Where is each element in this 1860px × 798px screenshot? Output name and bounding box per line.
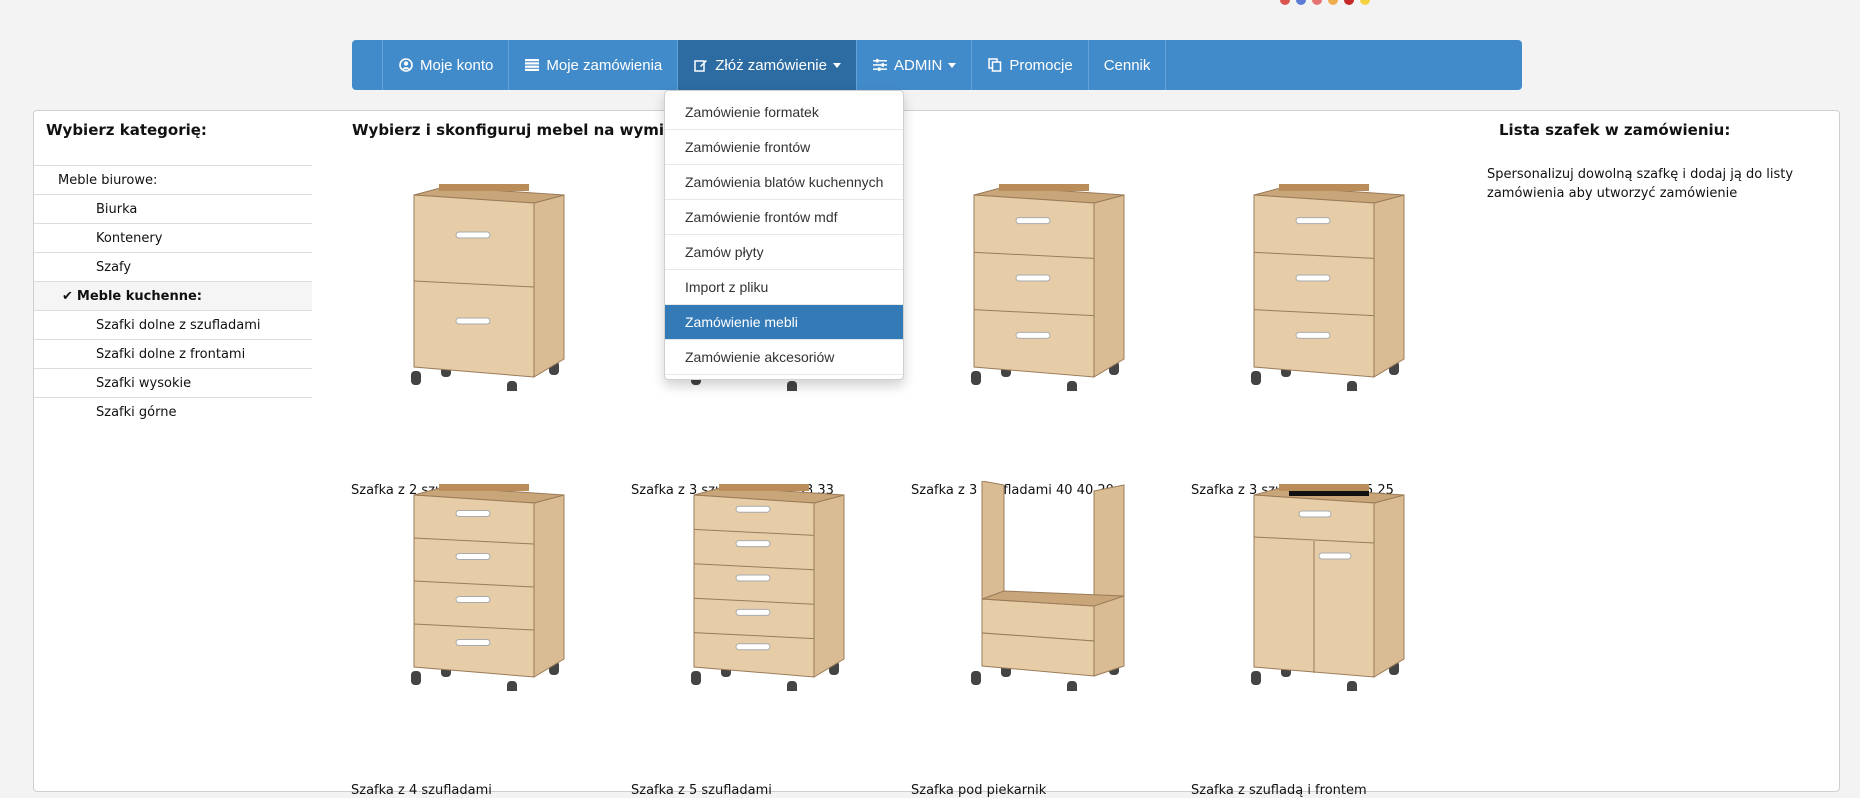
category-group-meble-biurowe[interactable]: Meble biurowe: — [34, 165, 312, 194]
flag-icon[interactable] — [1280, 0, 1290, 5]
cabinet-image — [1251, 184, 1405, 391]
checkmark-icon: ✔ — [62, 288, 73, 304]
menu-item-zamow-plyty[interactable]: Zamów płyty — [665, 235, 903, 270]
nav-promocje[interactable]: Promocje — [972, 40, 1089, 90]
product-name: Szafka z 5 szufladami — [631, 783, 772, 798]
main-panel: Wybierz kategorię: Meble biurowe: Biurka… — [33, 110, 1840, 798]
product-card[interactable]: Szafka z szufladą i frontem — [1191, 481, 1484, 798]
category-kontenery[interactable]: Kontenery — [34, 223, 312, 252]
nav-moje-konto[interactable]: Moje konto — [383, 40, 510, 90]
nav-cennik[interactable]: Cennik — [1089, 40, 1167, 90]
category-label: Szafki górne — [96, 404, 177, 420]
category-szafki-gorne[interactable]: Szafki górne — [34, 397, 312, 426]
cabinet-image — [691, 484, 845, 691]
menu-item-zamowienie-frontow-mdf[interactable]: Zamówienie frontów mdf — [665, 200, 903, 235]
category-label: Szafki dolne z szufladami — [96, 317, 261, 333]
menu-item-zamowienia-blatow[interactable]: Zamówienia blatów kuchennych — [665, 165, 903, 200]
cabinet-image — [971, 481, 1125, 691]
flag-icon[interactable] — [1312, 0, 1322, 5]
order-dropdown-menu: Zamówienie formatek Zamówienie frontów Z… — [664, 90, 904, 380]
caret-down-icon — [948, 62, 957, 68]
caret-down-icon — [832, 62, 841, 68]
order-list-hint: Spersonalizuj dowolną szafkę i dodaj ją … — [1487, 167, 1794, 201]
category-label: Szafy — [96, 259, 132, 275]
menu-item-zamowienie-frontow[interactable]: Zamówienie frontów — [665, 130, 903, 165]
navbar-spacer — [352, 40, 383, 90]
nav-label: Moje konto — [420, 56, 494, 74]
category-label: Szafki dolne z frontami — [96, 346, 246, 362]
category-biurka[interactable]: Biurka — [34, 194, 312, 223]
product-card[interactable]: Szafka z 3 szufladami 40 40 20 — [911, 181, 1204, 498]
cabinet-image — [411, 184, 565, 391]
flag-icon[interactable] — [1344, 0, 1354, 5]
flag-icon[interactable] — [1296, 0, 1306, 5]
product-name: Szafka z 4 szufladami — [351, 783, 492, 798]
category-szafki-dolne-szuflady[interactable]: Szafki dolne z szufladami — [34, 310, 312, 339]
product-card[interactable]: Szafka z 2 szufladami — [351, 181, 644, 498]
category-label: Biurka — [96, 201, 138, 217]
user-circle-icon — [398, 58, 414, 72]
cabinet-image — [971, 184, 1125, 391]
nav-admin[interactable]: ADMIN — [857, 40, 973, 90]
category-szafy[interactable]: Szafy — [34, 252, 312, 281]
category-szafki-dolne-fronty[interactable]: Szafki dolne z frontami — [34, 339, 312, 368]
product-card[interactable]: Szafka z 5 szufladami — [631, 481, 924, 798]
nav-moje-zamowienia[interactable]: Moje zamówienia — [509, 40, 679, 90]
product-name: Szafka z szufladą i frontem — [1191, 783, 1367, 798]
nav-zloz-zamowienie[interactable]: Złóż zamówienie — [678, 40, 857, 90]
main-navbar: Moje konto Moje zamówienia Złóż zamówien… — [352, 40, 1522, 90]
category-list: Meble biurowe: Biurka Kontenery Szafy ✔ M… — [34, 165, 312, 426]
language-flags[interactable] — [1280, 0, 1370, 6]
category-label: Meble kuchenne: — [76, 288, 202, 304]
category-szafki-wysokie[interactable]: Szafki wysokie — [34, 368, 312, 397]
category-label: Meble biurowe: — [58, 172, 158, 188]
sidebar-title: Wybierz kategorię: — [46, 121, 207, 139]
product-card[interactable]: Szafka pod piekarnik — [911, 481, 1204, 798]
nav-label: ADMIN — [893, 56, 943, 74]
menu-item-zamowienie-akcesoriow[interactable]: Zamówienie akcesoriów — [665, 340, 903, 375]
menu-item-import-z-pliku[interactable]: Import z pliku — [665, 270, 903, 305]
product-card[interactable]: Szafka z 3 szufladami 50 25 25 — [1191, 181, 1484, 498]
category-label: Szafki wysokie — [96, 375, 192, 391]
menu-item-zamowienie-mebli[interactable]: Zamówienie mebli — [665, 305, 903, 340]
category-label: Kontenery — [96, 230, 163, 246]
content-title: Wybierz i skonfiguruj mebel na wymiar: — [352, 121, 688, 139]
flag-icon[interactable] — [1328, 0, 1338, 5]
flag-icon[interactable] — [1360, 0, 1370, 5]
nav-label: Cennik — [1103, 56, 1151, 74]
cabinet-image — [1251, 484, 1405, 691]
nav-label: Złóż zamówienie — [715, 56, 827, 74]
sliders-icon — [872, 59, 888, 71]
nav-label: Moje zamówienia — [546, 56, 663, 74]
category-group-meble-kuchenne[interactable]: ✔ Meble kuchenne: — [34, 281, 312, 310]
cabinet-image — [411, 484, 565, 691]
order-list-title: Lista szafek w zamówieniu: — [1499, 121, 1731, 139]
list-icon — [524, 59, 540, 71]
product-card[interactable]: Szafka z 4 szufladami — [351, 481, 644, 798]
product-name: Szafka pod piekarnik — [911, 783, 1047, 798]
nav-label: Promocje — [1009, 56, 1073, 74]
copy-icon — [987, 58, 1003, 72]
menu-item-zamowienie-formatek[interactable]: Zamówienie formatek — [665, 95, 903, 130]
edit-icon — [693, 58, 709, 72]
